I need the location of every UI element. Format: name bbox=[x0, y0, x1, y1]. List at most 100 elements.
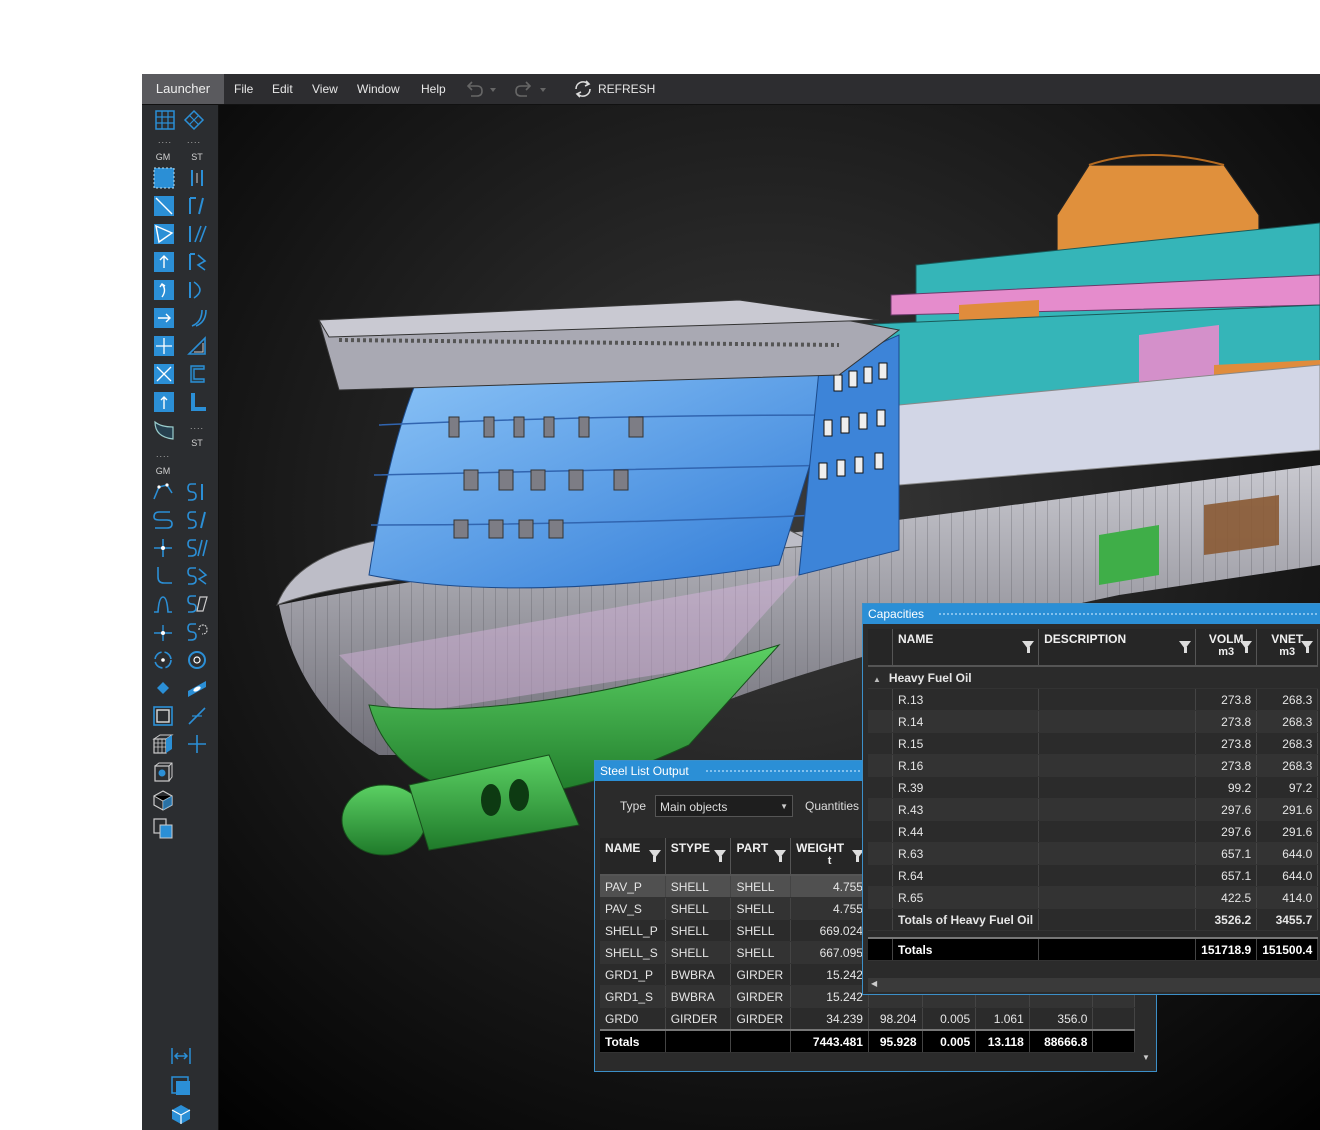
column-header-part[interactable]: PART bbox=[730, 838, 792, 876]
menu-help[interactable]: Help bbox=[421, 74, 446, 104]
undo-dropdown-icon[interactable] bbox=[488, 80, 498, 98]
surface-plane-icon[interactable] bbox=[153, 167, 175, 189]
stiffener-parallel-icon[interactable] bbox=[186, 223, 208, 245]
cell-name: R.43 bbox=[892, 798, 1040, 821]
column-header-stype[interactable]: STYPE bbox=[665, 838, 732, 876]
hole-icon[interactable] bbox=[186, 649, 208, 671]
table-row[interactable]: GRD0 GIRDER GIRDER 34.239 98.204 0.005 1.061 35… bbox=[600, 1007, 1135, 1031]
circle-center-icon[interactable] bbox=[152, 649, 174, 671]
scroll-left-icon[interactable]: ◀ bbox=[871, 979, 877, 988]
surface-extrude-up-icon[interactable] bbox=[153, 251, 175, 273]
stiffener-curve-icon[interactable] bbox=[186, 307, 208, 329]
capacities-title-bar[interactable]: Capacities bbox=[863, 604, 1320, 624]
table-row[interactable]: R.39 99.2 97.2 bbox=[868, 776, 1319, 799]
3d-viewport[interactable]: Steel List Output Type Main objects ▼ Qu… bbox=[219, 105, 1320, 1130]
refresh-button[interactable]: REFRESH bbox=[598, 74, 655, 104]
volume-hole-icon[interactable] bbox=[152, 761, 174, 783]
polyline-icon[interactable] bbox=[152, 481, 174, 503]
table-row[interactable]: R.43 297.6 291.6 bbox=[868, 798, 1319, 821]
table-row[interactable]: R.15 273.8 268.3 bbox=[868, 732, 1319, 755]
column-header-weight[interactable]: WEIGHT t bbox=[790, 838, 869, 876]
column-header-name[interactable]: NAME bbox=[892, 629, 1040, 667]
quantities-label[interactable]: Quantities bbox=[805, 799, 859, 813]
menu-window[interactable]: Window bbox=[357, 74, 400, 104]
column-header-volm[interactable]: VOLM m3 bbox=[1195, 629, 1258, 667]
redo-icon[interactable] bbox=[512, 80, 534, 98]
table-row[interactable]: R.63 657.1 644.0 bbox=[868, 842, 1319, 865]
surface-extrude-right-icon[interactable] bbox=[153, 307, 175, 329]
grid-view-icon[interactable] bbox=[154, 109, 176, 131]
refresh-icon[interactable] bbox=[572, 80, 594, 98]
intersection-point-icon[interactable] bbox=[152, 537, 174, 559]
st-curve-parallel-icon[interactable] bbox=[186, 537, 208, 559]
redo-dropdown-icon[interactable] bbox=[538, 80, 548, 98]
table-row[interactable]: R.16 273.8 268.3 bbox=[868, 754, 1319, 777]
totals-label: Totals bbox=[892, 937, 1040, 961]
capacities-panel[interactable]: Capacities NAME DESCRIPTION VOLM m3 VNET m… bbox=[862, 603, 1320, 995]
cell-vnet: 291.6 bbox=[1256, 820, 1319, 843]
point-on-line-icon[interactable] bbox=[152, 621, 174, 643]
type-dropdown[interactable]: Main objects ▼ bbox=[655, 795, 793, 817]
st-curve-frame-icon[interactable] bbox=[186, 593, 208, 615]
fit-width-icon[interactable] bbox=[170, 1045, 192, 1067]
stiffener-icon[interactable] bbox=[186, 167, 208, 189]
layers-window-icon[interactable] bbox=[170, 1075, 192, 1097]
table-row[interactable]: R.65 422.5 414.0 bbox=[868, 886, 1319, 909]
undo-icon[interactable] bbox=[464, 80, 486, 98]
curved-surface-icon[interactable] bbox=[153, 419, 175, 441]
table-row[interactable]: R.13 273.8 268.3 bbox=[868, 688, 1319, 711]
volume-grid-icon[interactable] bbox=[152, 733, 174, 755]
filter-icon[interactable] bbox=[648, 850, 661, 862]
menu-file[interactable]: File bbox=[234, 74, 253, 104]
surface-sweep-icon[interactable] bbox=[153, 279, 175, 301]
table-row[interactable]: R.14 273.8 268.3 bbox=[868, 710, 1319, 733]
filter-icon[interactable] bbox=[774, 850, 787, 862]
flange-profile-icon[interactable] bbox=[186, 363, 208, 385]
column-header-description[interactable]: DESCRIPTION bbox=[1038, 629, 1197, 667]
column-header-name[interactable]: NAME bbox=[600, 838, 666, 876]
diamond-grid-icon[interactable] bbox=[183, 109, 205, 131]
scroll-down-icon[interactable]: ▼ bbox=[1142, 1053, 1150, 1062]
filter-icon[interactable] bbox=[1301, 641, 1314, 653]
table-row[interactable]: R.64 657.1 644.0 bbox=[868, 864, 1319, 887]
stiffener-angle-icon[interactable] bbox=[186, 195, 208, 217]
surface-triangle-icon[interactable] bbox=[153, 223, 175, 245]
capacities-horizontal-scrollbar[interactable]: ◀ bbox=[868, 978, 1320, 992]
point-icon[interactable] bbox=[152, 677, 174, 699]
pulse-curve-icon[interactable] bbox=[152, 593, 174, 615]
filter-icon[interactable] bbox=[1240, 641, 1253, 653]
cube-view-icon[interactable] bbox=[170, 1103, 192, 1125]
column-header-vnet[interactable]: VNET m3 bbox=[1256, 629, 1319, 667]
st-curve-rib-icon[interactable] bbox=[186, 621, 208, 643]
launcher-tab[interactable]: Launcher bbox=[142, 74, 224, 104]
group-totals-volm: 3526.2 bbox=[1195, 908, 1258, 931]
volume-copy-icon[interactable] bbox=[152, 817, 174, 839]
surface-offset-icon[interactable] bbox=[153, 335, 175, 357]
st-curve-zigzag-icon[interactable] bbox=[186, 565, 208, 587]
fillet-curve-icon[interactable] bbox=[152, 565, 174, 587]
surface-raise-icon[interactable] bbox=[153, 391, 175, 413]
table-row[interactable]: R.44 297.6 291.6 bbox=[868, 820, 1319, 843]
bracket-icon[interactable] bbox=[186, 335, 208, 357]
filter-icon[interactable] bbox=[1179, 641, 1192, 653]
cross-point-icon[interactable] bbox=[186, 733, 208, 755]
opening-icon[interactable] bbox=[186, 677, 208, 699]
cut-line-icon[interactable] bbox=[186, 705, 208, 727]
filter-icon[interactable] bbox=[1022, 641, 1035, 653]
group-row-heavy-fuel-oil[interactable]: ▲ Heavy Fuel Oil bbox=[868, 666, 1318, 689]
stiffener-zigzag-icon[interactable] bbox=[186, 251, 208, 273]
surface-diagonal-icon[interactable] bbox=[153, 195, 175, 217]
spline-curve-icon[interactable] bbox=[152, 509, 174, 531]
st-curve-stiffener-icon[interactable] bbox=[186, 481, 208, 503]
collapse-icon[interactable]: ▲ bbox=[873, 675, 881, 684]
stiffener-arc-icon[interactable] bbox=[186, 279, 208, 301]
menu-view[interactable]: View bbox=[312, 74, 338, 104]
rectangle-icon[interactable] bbox=[152, 705, 174, 727]
surface-scale-icon[interactable] bbox=[153, 363, 175, 385]
menu-edit[interactable]: Edit bbox=[272, 74, 293, 104]
l-profile-icon[interactable] bbox=[186, 391, 208, 413]
cell-vnet: 414.0 bbox=[1256, 886, 1319, 909]
filter-icon[interactable] bbox=[714, 850, 727, 862]
volume-cube-icon[interactable] bbox=[152, 789, 174, 811]
st-curve-angle-icon[interactable] bbox=[186, 509, 208, 531]
